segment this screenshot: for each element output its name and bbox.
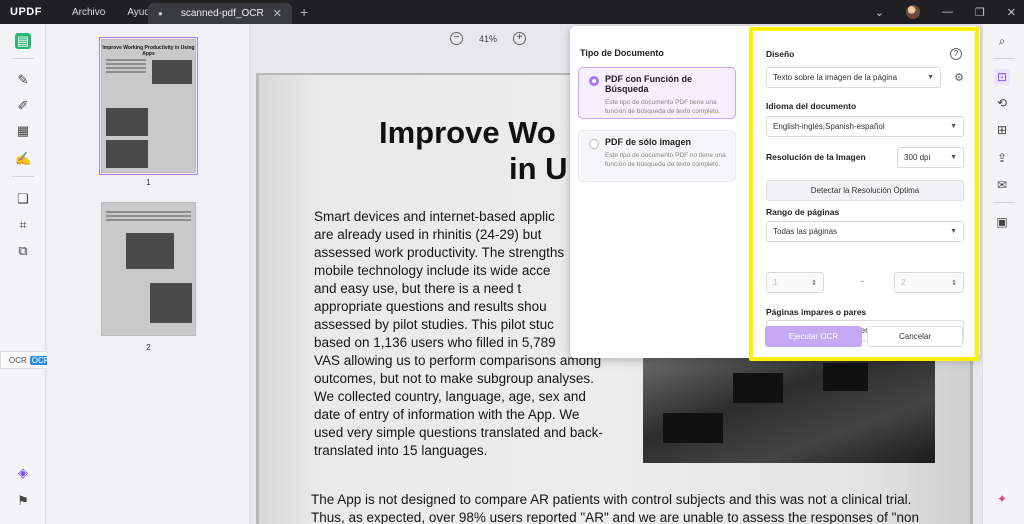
organize-pages-icon[interactable]: ❏ [15,191,31,207]
ocr-icon[interactable]: ⊡ [994,69,1010,85]
ocr-tag-label: OCR [9,355,27,365]
mail-icon[interactable]: ✉ [994,177,1010,193]
zoom-bar: − 41% + [450,32,527,45]
option-title: PDF con Función de Búsqueda [605,74,692,94]
page-heading: Improve Wo [379,115,556,150]
option-image-only-pdf[interactable]: PDF de sólo imagen Este tipo de document… [578,130,736,182]
share-icon[interactable]: ⇪ [994,150,1010,166]
left-toolbar: ▤ ✎ ✐ ▦ ✍ ❏ ⌗ ⧉ ◈ ⚑ [0,24,46,524]
ai-assistant-icon[interactable]: ✦ [994,491,1010,507]
zoom-in-icon[interactable]: + [513,32,527,45]
title-bar: UPDF Archivo Ayuda ● scanned-pdf_OCR ✕ +… [0,0,1024,24]
ocr-side-tag[interactable]: OCR OCR [0,351,52,369]
thumbnail-photo [150,283,192,323]
thumbnail-photo [152,60,192,84]
radio-selected-icon[interactable] [589,76,599,86]
page-photo [643,353,935,463]
page-footer-text: The App is not designed to compare AR pa… [311,492,919,524]
minimize-icon[interactable]: — [942,6,953,18]
thumbnail-page-number: 1 [146,178,151,187]
chevron-down-icon[interactable]: ⌄ [875,6,884,19]
run-ocr-button[interactable]: Ejecutar OCR [765,326,862,347]
document-type-heading: Tipo de Documento [580,48,664,58]
page-thumbnail-2[interactable] [101,202,196,336]
search-icon[interactable]: ⌕ [994,33,1010,49]
ocr-action-area: Ejecutar OCR Cancelar [754,34,970,354]
form-icon[interactable]: ▦ [15,123,31,139]
zoom-level[interactable]: 41% [479,34,497,44]
right-toolbar: ⌕ ⊡ ⟲ ⊞ ⇪ ✉ ▣ ✦ [982,24,1024,524]
sign-icon[interactable]: ✍ [15,151,31,167]
highlighter-icon[interactable]: ✎ [15,72,31,88]
zoom-out-icon[interactable]: − [450,32,463,45]
thumbnail-photo [126,233,174,269]
option-description: Este tipo de documento PDF tiene una fun… [605,99,721,115]
app-logo: UPDF [10,6,42,18]
page-thumbnail-1[interactable]: Improve Working Productivity in Using Ap… [99,37,198,175]
cancel-button[interactable]: Cancelar [867,326,963,347]
protect-icon[interactable]: ⊞ [994,122,1010,138]
edit-text-icon[interactable]: ✐ [15,98,31,114]
menu-archivo[interactable]: Archivo [72,7,105,18]
option-title: PDF de sólo imagen [605,137,692,147]
thumbnail-title: Improve Working Productivity in Using Ap… [102,45,195,57]
document-type-panel: Tipo de Documento PDF con Función de Bús… [570,26,746,358]
bookmark-icon[interactable]: ⚑ [15,493,31,509]
option-searchable-pdf[interactable]: PDF con Función de Búsqueda Este tipo de… [578,67,736,119]
toolbar-divider [12,58,34,59]
layers-page-icon[interactable]: ⧉ [15,243,31,259]
layers-icon[interactable]: ◈ [15,465,31,481]
tab-name: scanned-pdf_OCR [180,8,264,19]
close-tab-icon[interactable]: ✕ [273,7,282,20]
radio-unselected-icon[interactable] [589,139,599,149]
convert-icon[interactable]: ⟲ [994,95,1010,111]
thumbnail-panel: Improve Working Productivity in Using Ap… [47,24,250,524]
thumbnail-page-number: 2 [146,343,151,352]
toolbar-divider [993,58,1015,59]
avatar[interactable] [905,5,920,19]
option-description: Este tipo de documento PDF no tiene una … [605,152,726,168]
thumbnail-photo [106,140,148,168]
thumbnail-photo [106,108,148,136]
tab-dot-icon: ● [158,9,163,18]
page-heading-line2: in U [509,151,568,186]
reader-icon[interactable]: ▤ [15,33,31,49]
toolbar-divider [12,176,34,177]
restore-icon[interactable]: ❐ [975,6,985,19]
crop-icon[interactable]: ⌗ [15,217,31,233]
page-body-text: Smart devices and internet-based applic … [314,209,603,458]
document-tab[interactable]: ● scanned-pdf_OCR ✕ [148,3,292,24]
save-icon[interactable]: ▣ [994,214,1010,230]
toolbar-divider [993,202,1015,203]
close-window-icon[interactable]: ✕ [1007,6,1016,19]
new-tab-icon[interactable]: + [300,4,308,20]
